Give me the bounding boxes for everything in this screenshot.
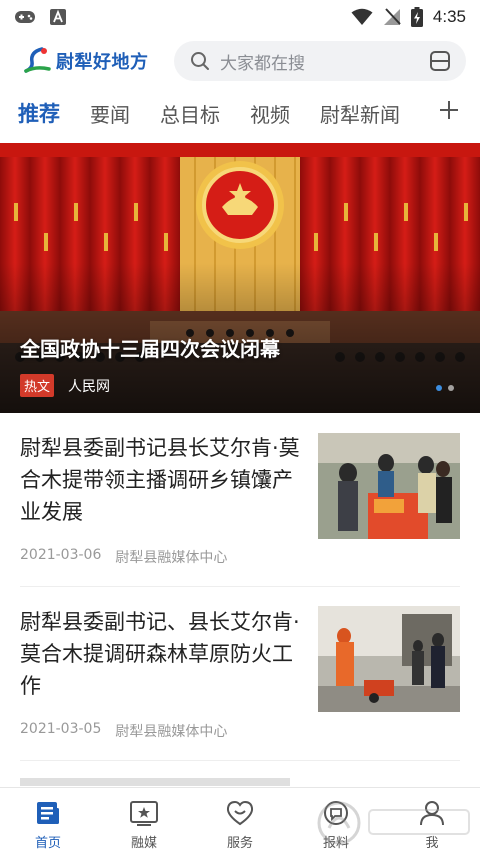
gamepad-icon — [15, 11, 35, 23]
banner-carousel[interactable] — [0, 143, 480, 413]
news-list-item[interactable]: 尉犁县委副书记、县长艾尔肯·莫合木提调研森林草原防火工作 2021-03-05 … — [0, 606, 480, 779]
wifi-icon — [351, 8, 373, 25]
news-list-item-partial[interactable] — [20, 778, 290, 786]
nav-label-service: 服务 — [226, 836, 253, 851]
list-divider — [20, 586, 460, 587]
service-heart-icon — [225, 798, 255, 828]
scan-button[interactable] — [428, 49, 452, 73]
search-placeholder: 大家都在搜 — [220, 53, 305, 74]
nav-media[interactable]: 融媒 — [96, 788, 192, 853]
battery-charging-icon — [410, 7, 423, 27]
nav-label-home: 首页 — [34, 836, 61, 851]
news-source: 尉犁县融媒体中心 — [115, 550, 228, 566]
news-thumbnail — [318, 606, 460, 712]
tab-yuli-news[interactable]: 尉犁新闻 — [320, 99, 400, 128]
carousel-indicator — [436, 385, 454, 391]
news-meta: 2021-03-05 尉犁县融媒体中心 — [20, 721, 227, 741]
search-bar[interactable]: 大家都在搜 — [174, 41, 466, 81]
channel-tabs: 推荐 要闻 总目标 视频 尉犁新闻 — [0, 88, 480, 138]
news-date: 2021-03-06 — [20, 547, 102, 563]
plus-icon — [440, 101, 458, 119]
news-meta: 2021-03-06 尉犁县融媒体中心 — [20, 547, 227, 567]
logo-text: 尉犁好地方 — [56, 52, 149, 73]
media-icon — [129, 798, 159, 828]
nav-home[interactable]: 首页 — [0, 788, 96, 853]
news-list-item[interactable]: 尉犁县委副书记县长艾尔肯·莫合木提带领主播调研乡镇馕产业发展 2021-03-0… — [0, 432, 480, 605]
tab-video[interactable]: 视频 — [250, 99, 290, 128]
news-date: 2021-03-05 — [20, 721, 102, 737]
nav-service[interactable]: 服务 — [192, 788, 288, 853]
no-signal-icon — [383, 8, 401, 25]
banner-source: 人民网 — [68, 378, 111, 395]
banner-title[interactable]: 全国政协十三届四次会议闭幕 — [20, 333, 280, 362]
app-header: 尉犁好地方 大家都在搜 — [0, 38, 480, 84]
watermark-logo — [317, 801, 470, 845]
carousel-dot-active — [436, 385, 442, 391]
app-a-icon — [50, 9, 66, 25]
news-title: 尉犁县委副书记县长艾尔肯·莫合木提带领主播调研乡镇馕产业发展 — [20, 436, 300, 524]
scan-icon — [430, 51, 450, 71]
home-icon — [33, 798, 63, 828]
tab-recommend[interactable]: 推荐 — [18, 98, 60, 128]
news-thumbnail — [318, 433, 460, 539]
carousel-dot — [448, 385, 454, 391]
hot-tag-badge: 热文 — [20, 374, 55, 397]
news-source: 尉犁县融媒体中心 — [115, 724, 228, 740]
search-icon — [191, 52, 209, 70]
status-bar: 4:35 — [0, 0, 480, 34]
tab-headlines[interactable]: 要闻 — [90, 99, 130, 128]
nav-label-media: 融媒 — [130, 836, 157, 851]
banner-image — [0, 143, 480, 413]
banner-meta: 热文 人民网 — [20, 374, 110, 397]
list-divider — [20, 760, 460, 761]
tab-fade — [398, 88, 438, 138]
news-title: 尉犁县委副书记、县长艾尔肯·莫合木提调研森林草原防火工作 — [20, 610, 300, 698]
app-logo[interactable]: 尉犁好地方 — [22, 46, 162, 76]
status-time: 4:35 — [432, 7, 466, 26]
add-channel-button[interactable] — [438, 99, 460, 121]
logo-mark-icon — [22, 46, 52, 76]
tab-general-goal[interactable]: 总目标 — [160, 99, 220, 128]
